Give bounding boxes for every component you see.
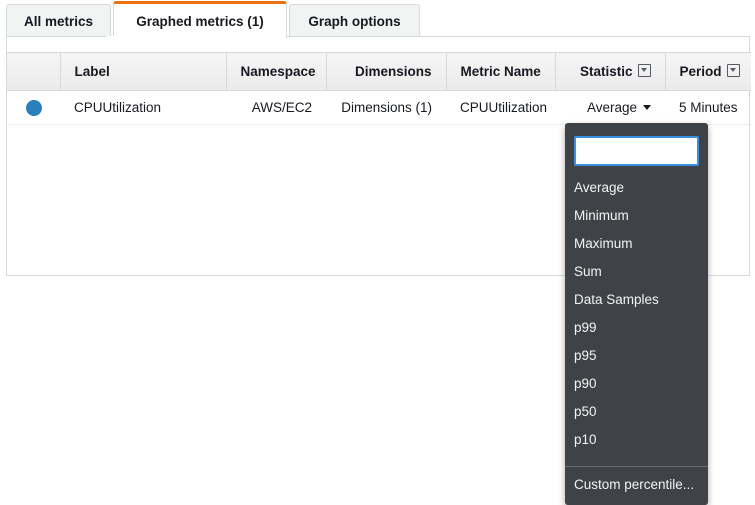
column-header-metric-name-text: Metric Name bbox=[461, 64, 541, 79]
tab-graph-options[interactable]: Graph options bbox=[289, 4, 420, 37]
statistic-option-p10[interactable]: p10 bbox=[565, 426, 708, 454]
tab-strip: All metrics Graphed metrics (1) Graph op… bbox=[0, 0, 755, 37]
period-column-settings-icon[interactable] bbox=[727, 64, 740, 77]
cell-namespace: AWS/EC2 bbox=[226, 91, 326, 125]
cell-metric-name: CPUUtilization bbox=[446, 91, 555, 125]
table-header: Label Namespace Dimensions Metric Name S… bbox=[7, 53, 751, 91]
statistic-dropdown-menu: Average Minimum Maximum Sum Data Samples… bbox=[565, 123, 708, 505]
column-header-label-text: Label bbox=[75, 64, 110, 79]
tab-all-metrics[interactable]: All metrics bbox=[6, 4, 111, 37]
column-header-dimensions-text: Dimensions bbox=[355, 64, 432, 79]
column-header-namespace-text: Namespace bbox=[241, 64, 316, 79]
table-header-row: Label Namespace Dimensions Metric Name S… bbox=[7, 53, 751, 91]
column-header-statistic[interactable]: Statistic bbox=[555, 53, 665, 91]
table-row[interactable]: CPUUtilization AWS/EC2 Dimensions (1) CP… bbox=[7, 91, 751, 125]
dropdown-search-row bbox=[565, 123, 708, 174]
statistic-dropdown-trigger[interactable]: Average bbox=[587, 100, 651, 115]
chevron-down-icon bbox=[643, 105, 651, 110]
column-header-statistic-text: Statistic bbox=[580, 64, 633, 79]
column-header-select bbox=[7, 53, 60, 91]
series-color-swatch[interactable] bbox=[26, 100, 42, 116]
statistic-option-p90[interactable]: p90 bbox=[565, 370, 708, 398]
table-body: CPUUtilization AWS/EC2 Dimensions (1) CP… bbox=[7, 91, 751, 125]
tab-graphed-metrics[interactable]: Graphed metrics (1) bbox=[113, 1, 287, 38]
statistic-custom-percentile-action[interactable]: Custom percentile... bbox=[565, 471, 708, 499]
tab-all-metrics-label: All metrics bbox=[24, 14, 93, 29]
dropdown-divider bbox=[565, 466, 708, 467]
column-header-period-text: Period bbox=[680, 64, 722, 79]
statistic-current-value: Average bbox=[587, 100, 637, 115]
statistic-option-p50[interactable]: p50 bbox=[565, 398, 708, 426]
cell-label[interactable]: CPUUtilization bbox=[60, 91, 226, 125]
graphed-metrics-table: Label Namespace Dimensions Metric Name S… bbox=[7, 52, 751, 125]
panel-top-spacer bbox=[7, 36, 749, 52]
column-header-label: Label bbox=[60, 53, 226, 91]
statistic-option-p99[interactable]: p99 bbox=[565, 314, 708, 342]
statistic-option-maximum[interactable]: Maximum bbox=[565, 230, 708, 258]
active-tab-seam-mask bbox=[107, 36, 282, 38]
column-header-namespace: Namespace bbox=[226, 53, 326, 91]
statistic-option-sum[interactable]: Sum bbox=[565, 258, 708, 286]
cell-period[interactable]: 5 Minutes bbox=[665, 91, 751, 125]
statistic-option-minimum[interactable]: Minimum bbox=[565, 202, 708, 230]
statistic-option-average[interactable]: Average bbox=[565, 174, 708, 202]
cell-statistic[interactable]: Average bbox=[555, 91, 665, 125]
tab-graph-options-label: Graph options bbox=[308, 14, 400, 29]
row-color-cell bbox=[7, 91, 60, 125]
statistic-search-input[interactable] bbox=[574, 136, 699, 166]
column-header-metric-name: Metric Name bbox=[446, 53, 555, 91]
statistic-option-p95[interactable]: p95 bbox=[565, 342, 708, 370]
tab-graphed-metrics-label: Graphed metrics (1) bbox=[136, 14, 264, 29]
cell-dimensions[interactable]: Dimensions (1) bbox=[326, 91, 446, 125]
statistic-option-data-samples[interactable]: Data Samples bbox=[565, 286, 708, 314]
column-header-period[interactable]: Period bbox=[665, 53, 751, 91]
column-header-dimensions: Dimensions bbox=[326, 53, 446, 91]
statistic-option-list: Average Minimum Maximum Sum Data Samples… bbox=[565, 174, 708, 461]
statistic-column-settings-icon[interactable] bbox=[638, 64, 651, 77]
